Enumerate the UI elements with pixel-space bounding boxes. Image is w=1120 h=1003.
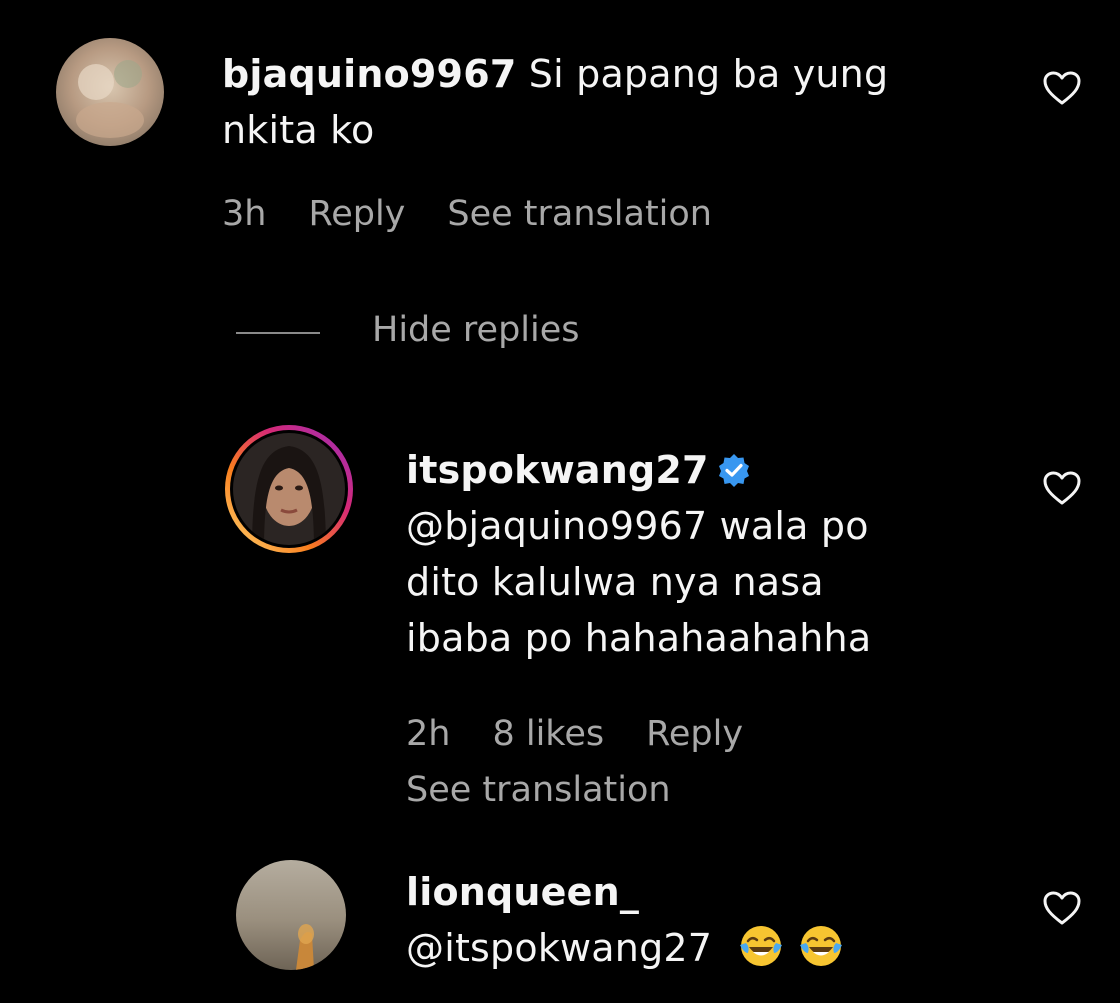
avatar[interactable] bbox=[222, 422, 356, 556]
see-translation-button[interactable]: See translation bbox=[406, 770, 671, 810]
verified-badge-icon bbox=[718, 454, 749, 487]
comment-bjaquino9967: bjaquino9967 Si papang ba yung nkita ko … bbox=[0, 0, 1120, 260]
avatar-image bbox=[56, 38, 164, 146]
avatar-story-ring bbox=[225, 425, 353, 553]
reply-body: @itspokwang27 bbox=[406, 926, 713, 970]
reply-username[interactable]: itspokwang27 bbox=[406, 448, 709, 492]
heart-icon[interactable] bbox=[1042, 470, 1082, 506]
reply-button[interactable]: Reply bbox=[646, 714, 743, 754]
comment-time: 3h bbox=[222, 194, 267, 234]
reply-body-line2: dito kalulwa nya nasa bbox=[406, 560, 824, 604]
reply-text: lionqueen_ @itspokwang27 bbox=[406, 864, 1026, 976]
heart-icon[interactable] bbox=[1042, 70, 1082, 106]
reply-button[interactable]: Reply bbox=[308, 194, 405, 234]
avatar[interactable] bbox=[56, 38, 164, 146]
see-translation-button[interactable]: See translation bbox=[447, 194, 712, 234]
reply-body-line1: @bjaquino9967 wala po bbox=[406, 504, 869, 548]
comment-text: bjaquino9967 Si papang ba yung nkita ko bbox=[222, 46, 982, 158]
face-with-tears-of-joy-icon bbox=[800, 926, 843, 966]
reply-lionqueen: lionqueen_ @itspokwang27 bbox=[0, 850, 1120, 1003]
reply-itspokwang27: itspokwang27 @bjaquino9967 wala po dito … bbox=[0, 410, 1120, 820]
reply-body-line3: ibaba po hahahaahahha bbox=[406, 616, 872, 660]
comment-username[interactable]: bjaquino9967 bbox=[222, 52, 516, 96]
reply-time: 2h bbox=[406, 714, 451, 754]
avatar-image bbox=[236, 860, 346, 970]
likes-count[interactable]: 8 likes bbox=[492, 714, 604, 754]
reply-meta: 2h 8 likes Reply bbox=[406, 714, 743, 754]
replies-divider bbox=[236, 332, 320, 334]
hide-replies-button[interactable]: Hide replies bbox=[372, 310, 580, 350]
reply-username[interactable]: lionqueen_ bbox=[406, 870, 639, 914]
face-with-tears-of-joy-icon bbox=[740, 926, 783, 966]
heart-icon[interactable] bbox=[1042, 890, 1082, 926]
comment-body-line1: Si papang ba yung bbox=[516, 52, 889, 96]
avatar[interactable] bbox=[236, 860, 346, 970]
reply-text: itspokwang27 @bjaquino9967 wala po dito … bbox=[406, 442, 1026, 666]
comment-body-line2: nkita ko bbox=[222, 108, 375, 152]
comment-meta: 3h Reply See translation bbox=[222, 194, 712, 234]
